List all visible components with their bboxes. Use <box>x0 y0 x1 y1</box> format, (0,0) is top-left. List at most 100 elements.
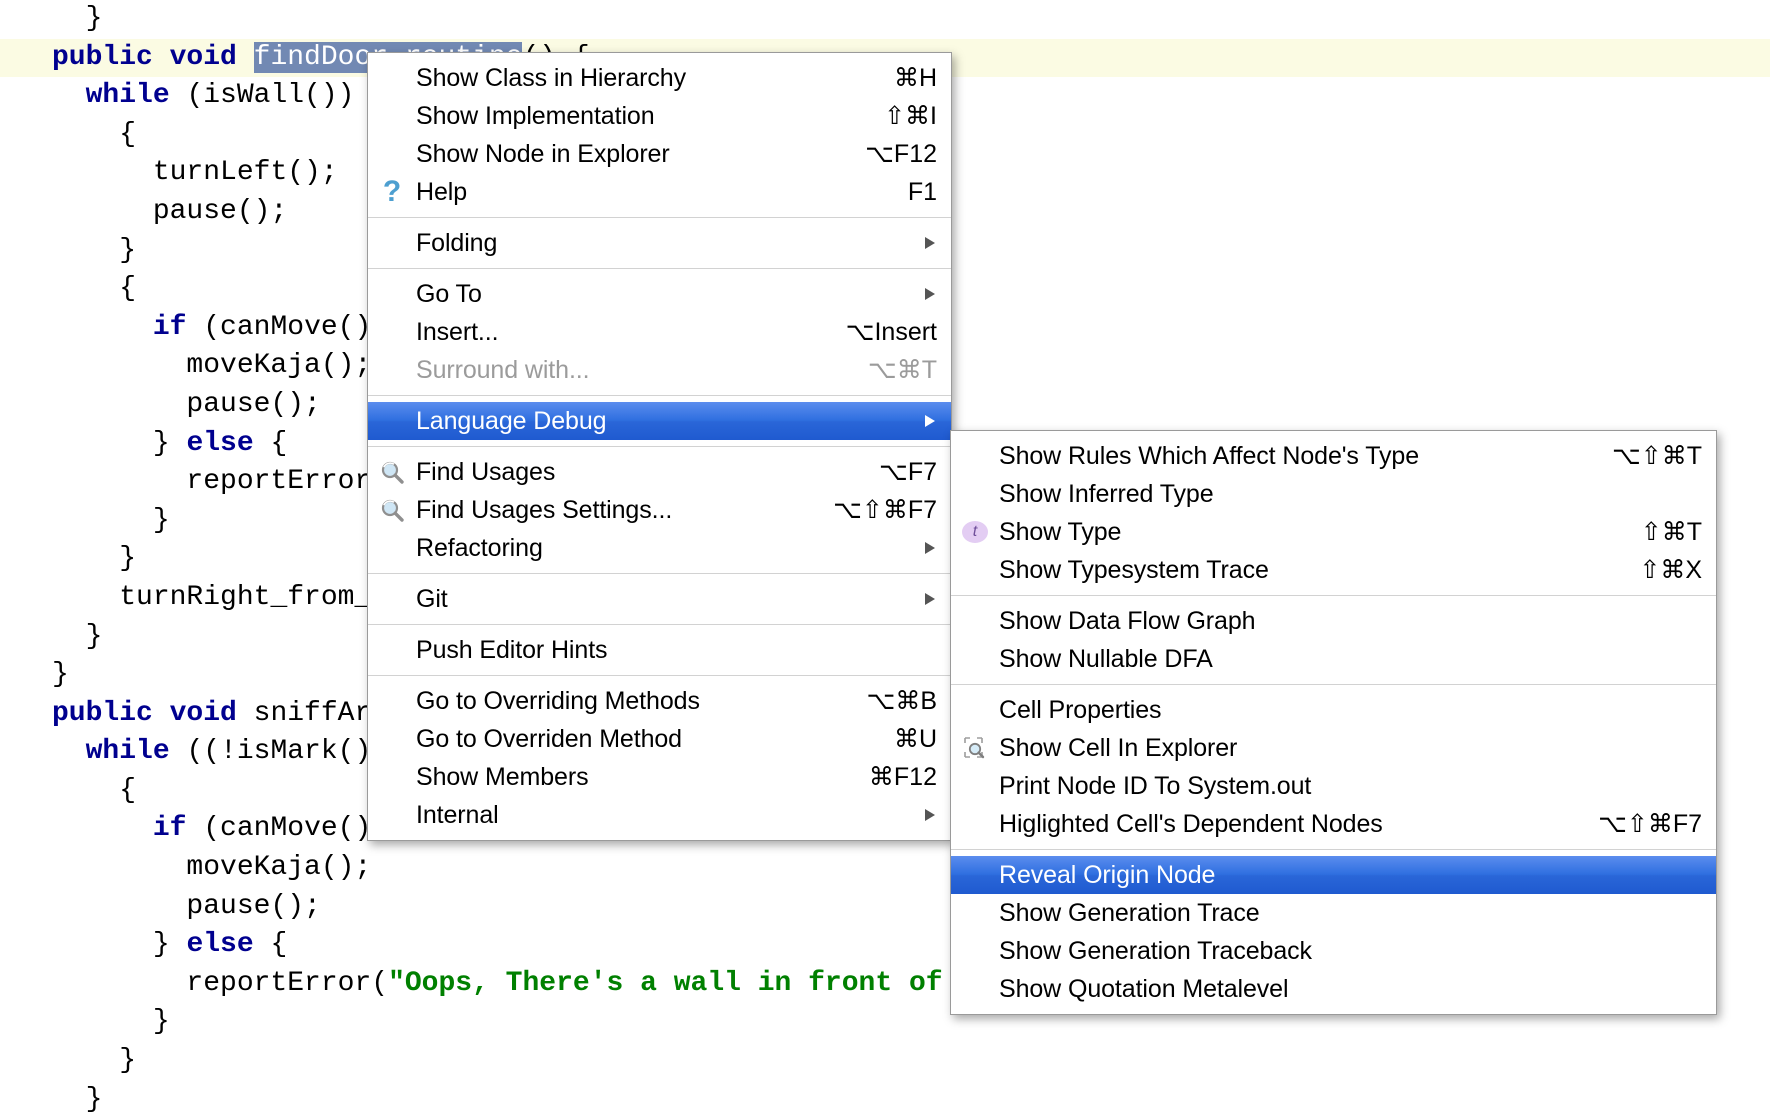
menu-separator <box>951 849 1716 850</box>
submenu-arrow-icon <box>911 413 937 429</box>
menu-item-shortcut: ⌘F12 <box>869 762 937 792</box>
no-icon <box>951 475 999 513</box>
menu-item-shortcut: ⌥⇧⌘F7 <box>1598 809 1702 839</box>
menu-item-label: Internal <box>416 801 525 830</box>
no-icon <box>368 224 416 262</box>
menu-item-label: Go to Overriden Method <box>416 725 708 754</box>
menu-item-label: Go To <box>416 280 508 309</box>
code-token: } <box>52 659 69 690</box>
code-token: { <box>254 428 288 459</box>
context-menu-item-go-to-overriding-methods[interactable]: Go to Overriding Methods⌥⌘B <box>368 682 951 720</box>
menu-separator <box>368 217 951 218</box>
submenu-item-show-cell-in-explorer[interactable]: Show Cell In Explorer <box>951 729 1716 767</box>
code-token: else <box>186 929 253 960</box>
submenu-item-show-quotation-metalevel[interactable]: Show Quotation Metalevel <box>951 970 1716 1008</box>
context-menu-item-show-implementation[interactable]: Show Implementation⇧⌘I <box>368 97 951 135</box>
submenu-item-reveal-origin-node[interactable]: Reveal Origin Node <box>951 856 1716 894</box>
submenu-item-cell-properties[interactable]: Cell Properties <box>951 691 1716 729</box>
menu-separator <box>951 595 1716 596</box>
menu-item-label: Show Typesystem Trace <box>999 556 1295 585</box>
code-token: public void <box>52 698 254 729</box>
submenu-item-show-data-flow-graph[interactable]: Show Data Flow Graph <box>951 602 1716 640</box>
context-menu-item-show-node-in-explorer[interactable]: Show Node in Explorer⌥F12 <box>368 135 951 173</box>
code-token: public void <box>52 42 254 73</box>
context-menu-item-show-members[interactable]: Show Members ⌘F12 <box>368 758 951 796</box>
menu-item-shortcut: ⇧⌘X <box>1639 555 1702 585</box>
menu-item-label: Higlighted Cell's Dependent Nodes <box>999 810 1409 839</box>
submenu-item-higlighted-cell-s-dependent-nodes[interactable]: Higlighted Cell's Dependent Nodes ⌥⇧⌘F7 <box>951 805 1716 843</box>
menu-item-label: Folding <box>416 229 523 258</box>
code-token: { <box>254 929 288 960</box>
context-menu-item-insert[interactable]: Insert...⌥Insert <box>368 313 951 351</box>
submenu-item-show-inferred-type[interactable]: Show Inferred Type <box>951 475 1716 513</box>
submenu-item-print-node-id-to-system-out[interactable]: Print Node ID To System.out <box>951 767 1716 805</box>
code-token: (isWall()) { <box>186 80 388 111</box>
submenu-item-show-typesystem-trace[interactable]: Show Typesystem Trace ⇧⌘X <box>951 551 1716 589</box>
no-icon <box>368 720 416 758</box>
context-menu-item-show-class-in-hierarchy[interactable]: Show Class in Hierarchy⌘H <box>368 59 951 97</box>
context-menu-item-go-to-overriden-method[interactable]: Go to Overriden Method ⌘U <box>368 720 951 758</box>
submenu-item-show-generation-traceback[interactable]: Show Generation Traceback <box>951 932 1716 970</box>
menu-item-shortcut: ⌘U <box>894 724 937 754</box>
code-token: while <box>86 80 187 111</box>
context-menu-item-internal[interactable]: Internal <box>368 796 951 834</box>
context-menu-item-folding[interactable]: Folding <box>368 224 951 262</box>
submenu-item-show-generation-trace[interactable]: Show Generation Trace <box>951 894 1716 932</box>
code-token: } <box>119 235 136 266</box>
menu-item-label: Git <box>416 585 474 614</box>
menu-item-label: Show Nullable DFA <box>999 645 1239 674</box>
menu-item-shortcut: ⇧⌘T <box>1641 517 1702 547</box>
menu-item-shortcut: F1 <box>908 178 937 207</box>
menu-item-label: Show Type <box>999 518 1147 547</box>
submenu-arrow-icon <box>911 286 937 302</box>
submenu-item-show-rules-which-affect-node-s-type[interactable]: Show Rules Which Affect Node's Type⌥⇧⌘T <box>951 437 1716 475</box>
no-icon <box>951 437 999 475</box>
code-line: } <box>0 1081 1770 1119</box>
menu-item-label: Find Usages Settings... <box>416 496 698 525</box>
code-token: else <box>186 428 253 459</box>
code-token: pause(); <box>153 196 287 227</box>
submenu-item-show-type[interactable]: tShow Type ⇧⌘T <box>951 513 1716 551</box>
submenu-item-show-nullable-dfa[interactable]: Show Nullable DFA <box>951 640 1716 678</box>
menu-item-label: Show Data Flow Graph <box>999 607 1281 636</box>
menu-item-label: Show Node in Explorer <box>416 140 696 169</box>
type-badge-icon: t <box>951 513 999 551</box>
language-debug-submenu[interactable]: Show Rules Which Affect Node's Type⌥⇧⌘TS… <box>950 430 1717 1015</box>
context-menu-item-push-editor-hints[interactable]: Push Editor Hints <box>368 631 951 669</box>
code-token: } <box>119 543 136 574</box>
menu-item-label: Show Cell In Explorer <box>999 734 1263 763</box>
menu-item-label: Show Quotation Metalevel <box>999 975 1314 1004</box>
context-menu-item-help[interactable]: ?HelpF1 <box>368 173 951 211</box>
no-icon <box>368 402 416 440</box>
context-menu-item-refactoring[interactable]: Refactoring <box>368 529 951 567</box>
no-icon <box>951 602 999 640</box>
no-icon <box>368 631 416 669</box>
code-token: moveKaja(); <box>186 350 371 381</box>
code-token: { <box>119 119 136 150</box>
context-menu-item-go-to[interactable]: Go To <box>368 275 951 313</box>
code-token: reportError( <box>186 466 388 497</box>
menu-separator <box>951 684 1716 685</box>
context-menu-item-find-usages-settings[interactable]: Find Usages Settings... ⌥⇧⌘F7 <box>368 491 951 529</box>
menu-item-label: Help <box>416 178 493 207</box>
no-icon <box>368 135 416 173</box>
menu-item-label: Show Implementation <box>416 102 681 131</box>
menu-item-label: Print Node ID To System.out <box>999 772 1337 801</box>
menu-item-label: Find Usages <box>416 458 581 487</box>
menu-item-label: Go to Overriding Methods <box>416 687 726 716</box>
menu-item-label: Show Generation Trace <box>999 899 1286 928</box>
menu-item-shortcut: ⌥⇧⌘F7 <box>833 495 937 525</box>
no-icon <box>951 640 999 678</box>
code-token: if <box>153 312 203 343</box>
context-menu-item-language-debug[interactable]: Language Debug <box>368 402 951 440</box>
submenu-arrow-icon <box>911 235 937 251</box>
menu-item-label: Show Members <box>416 763 614 792</box>
no-icon <box>368 580 416 618</box>
submenu-arrow-icon <box>911 807 937 823</box>
context-menu-item-git[interactable]: Git <box>368 580 951 618</box>
context-menu-item-find-usages[interactable]: Find Usages⌥F7 <box>368 453 951 491</box>
context-menu[interactable]: Show Class in Hierarchy⌘HShow Implementa… <box>367 52 952 841</box>
menu-item-label: Cell Properties <box>999 696 1187 725</box>
no-icon <box>951 970 999 1008</box>
code-token: } <box>86 621 103 652</box>
